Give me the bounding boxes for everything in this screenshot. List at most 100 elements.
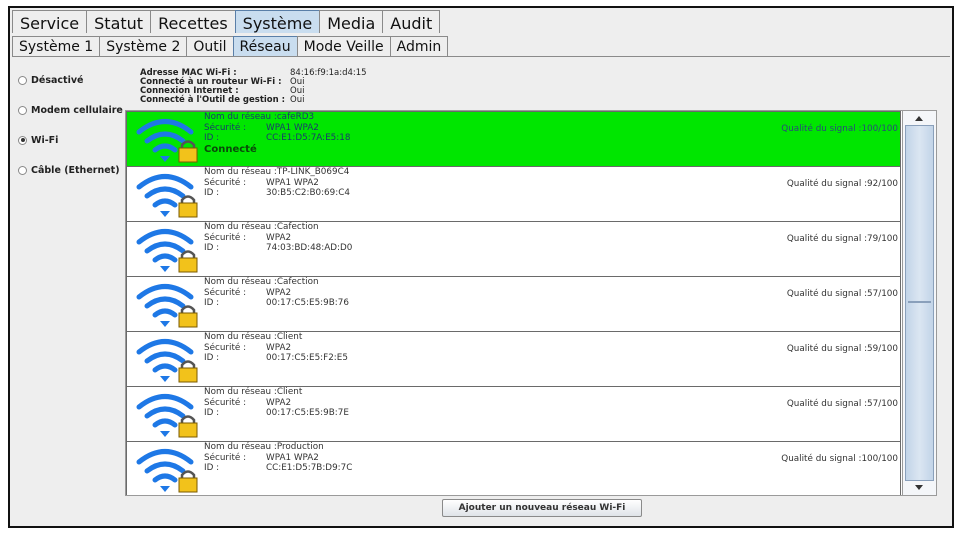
- scrollbar-thumb[interactable]: [905, 125, 934, 481]
- lock-icon: [178, 470, 198, 493]
- wifi-icon: [136, 174, 198, 218]
- radio-label: Câble (Ethernet): [31, 164, 120, 176]
- wifi-icon: [136, 119, 198, 163]
- scrollbar-grip: [908, 301, 931, 303]
- signal-quality-label: Qualité du signal :: [786, 399, 868, 409]
- tab-media[interactable]: Media: [319, 10, 384, 33]
- network-name-row: Nom du réseau : Cafection: [204, 277, 349, 288]
- network-row[interactable]: Nom du réseau : TP-LINK_B069C4 Sécurité :W…: [126, 166, 901, 222]
- signal-quality-value: 57/100: [867, 399, 898, 409]
- id-label: ID :: [204, 408, 220, 418]
- signal-quality: Qualité du signal :59/100: [787, 344, 898, 354]
- id-label: ID :: [204, 188, 220, 198]
- security-label: Sécurité :: [204, 342, 247, 353]
- radio-modem-cellulaire[interactable]: Modem cellulaire: [18, 103, 130, 117]
- id-label: ID :: [204, 243, 220, 253]
- security-label: Sécurité :: [204, 122, 247, 133]
- id-value: 74:03:BD:48:AD:D0: [266, 243, 353, 253]
- tab-mode-veille[interactable]: Mode Veille: [296, 36, 391, 56]
- sub-tab-bar: Système 1 Système 2 Outil Réseau Mode Ve…: [12, 36, 449, 56]
- security-label: Sécurité :: [204, 452, 247, 463]
- security-row: Sécurité : WPA1 WPA2: [204, 123, 350, 134]
- signal-quality: Qualité du signal :100/100: [781, 454, 898, 464]
- network-name-label: Nom du réseau :: [204, 167, 277, 177]
- id-label: ID :: [204, 463, 220, 473]
- radio-c-ble-ethernet[interactable]: Câble (Ethernet): [18, 163, 130, 177]
- id-value: 00:17:C5:E5:9B:7E: [266, 408, 349, 418]
- scroll-up-icon[interactable]: [915, 116, 923, 121]
- tab-systeme-2[interactable]: Système 2: [99, 36, 188, 56]
- id-row: ID : 00:17:C5:E5:9B:76: [204, 298, 349, 309]
- id-row: ID : 00:17:C5:E5:9B:7E: [204, 408, 349, 419]
- tab-outil[interactable]: Outil: [186, 36, 234, 56]
- wifi-network-list: Nom du réseau : cafeRD3 Sécurité : WPA1 WPA…: [125, 110, 937, 496]
- network-row[interactable]: Nom du réseau : cafeRD3 Sécurité : WPA1 WPA…: [126, 111, 901, 167]
- network-name-row: Nom du réseau : Cafection: [204, 222, 352, 233]
- lock-icon: [178, 415, 198, 438]
- security-row: Sécurité : WPA2: [204, 398, 349, 409]
- tab-systeme-1[interactable]: Système 1: [12, 36, 101, 56]
- wifi-icon: [136, 449, 198, 493]
- network-details: Nom du réseau : Cafection Sécurité : WPA2 ID…: [204, 277, 349, 309]
- security-row: Sécurité : WPA2: [204, 233, 352, 244]
- security-value: WPA2: [266, 232, 292, 243]
- tab-reseau[interactable]: Réseau: [232, 36, 298, 56]
- tab-service[interactable]: Service: [12, 10, 88, 33]
- id-label: ID :: [204, 353, 220, 363]
- network-name: TP-LINK_B069C4: [276, 167, 350, 177]
- signal-quality-value: 100/100: [861, 454, 898, 464]
- network-row[interactable]: Nom du réseau : Client Sécurité : WPA2 ID :0…: [126, 331, 901, 387]
- network-row[interactable]: Nom du réseau : Client Sécurité : WPA2 ID : 0…: [126, 386, 901, 442]
- signal-quality-label: Qualité du signal :: [781, 454, 862, 464]
- network-name-label: Nom du réseau :: [204, 222, 277, 232]
- security-row: Sécurité : WPA2: [204, 288, 349, 299]
- signal-quality-value: 100/100: [861, 124, 898, 134]
- lock-icon: [178, 250, 198, 273]
- id-value: 00:17:C5:E5:9B:76: [266, 298, 349, 308]
- network-name-row: Nom du réseau : Client: [204, 387, 349, 398]
- network-name-row: Nom du réseau : cafeRD3: [204, 112, 350, 123]
- tool-label: Connecté à l'Outil de gestion :: [140, 95, 286, 105]
- signal-quality-label: Qualité du signal :: [786, 289, 868, 299]
- tool-value: Oui: [290, 95, 305, 105]
- id-label: ID :: [204, 133, 220, 143]
- id-row: ID : 00:17:C5:E5:F2:E5: [204, 353, 348, 364]
- signal-quality: Qualité du signal :79/100: [787, 234, 898, 244]
- tab-systeme[interactable]: Système: [234, 10, 321, 33]
- network-row[interactable]: Nom du réseau : Cafection Sécurité : WPA2 ID…: [126, 221, 901, 277]
- tab-recettes[interactable]: Recettes: [150, 10, 236, 33]
- signal-quality: Qualité du signal :57/100: [787, 289, 898, 299]
- radio-circle[interactable]: [18, 105, 27, 115]
- tab-statut[interactable]: Statut: [86, 10, 152, 33]
- radio-wi-fi[interactable]: Wi-Fi: [18, 133, 130, 147]
- radio-circle[interactable]: [18, 75, 27, 85]
- id-row: ID : CC:E1:D5:7A:E5:18: [204, 133, 350, 144]
- radio-d-sactiv[interactable]: Désactivé: [18, 73, 130, 87]
- id-value: 00:17:C5:E5:F2:E5: [266, 353, 348, 363]
- tab-admin[interactable]: Admin: [389, 36, 449, 56]
- security-value: WPA1 WPA2: [266, 122, 319, 133]
- lock-icon: [178, 305, 198, 328]
- radio-circle[interactable]: [18, 135, 27, 145]
- network-name: Client: [276, 332, 303, 342]
- connection-type-group: Désactivé Modem cellulaire Wi-Fi Câble (Eth…: [18, 73, 130, 193]
- wifi-icon: [136, 284, 198, 328]
- id-row: ID : CC:E1:D5:7B:D9:7C: [204, 463, 352, 474]
- network-name-row: Nom du réseau : TP-LINK_B069C4: [204, 167, 350, 178]
- signal-quality-value: 57/100: [867, 289, 898, 299]
- lock-icon: [178, 140, 198, 163]
- network-name-label: Nom du réseau :: [204, 277, 277, 287]
- signal-quality-label: Qualité du signal :: [781, 124, 862, 134]
- network-row[interactable]: Nom du réseau : Cafection Sécurité : WPA2 ID…: [126, 276, 901, 332]
- scroll-down-icon[interactable]: [915, 485, 923, 490]
- security-value: WPA1 WPA2: [266, 177, 319, 188]
- security-value: WPA2: [266, 342, 292, 353]
- vertical-scrollbar[interactable]: [902, 111, 936, 495]
- security-label: Sécurité :: [204, 287, 247, 298]
- network-row[interactable]: Nom du réseau : Production Sécurité : WPA1 …: [126, 441, 901, 495]
- tab-audit[interactable]: Audit: [382, 10, 441, 33]
- main-tab-bar: Service Statut Recettes Système Media Au…: [12, 10, 441, 34]
- network-details: Nom du réseau : TP-LINK_B069C4 Sécurité :W…: [204, 167, 350, 199]
- radio-circle[interactable]: [18, 165, 27, 175]
- add-wifi-network-button[interactable]: Ajouter un nouveau réseau Wi-Fi: [442, 499, 642, 517]
